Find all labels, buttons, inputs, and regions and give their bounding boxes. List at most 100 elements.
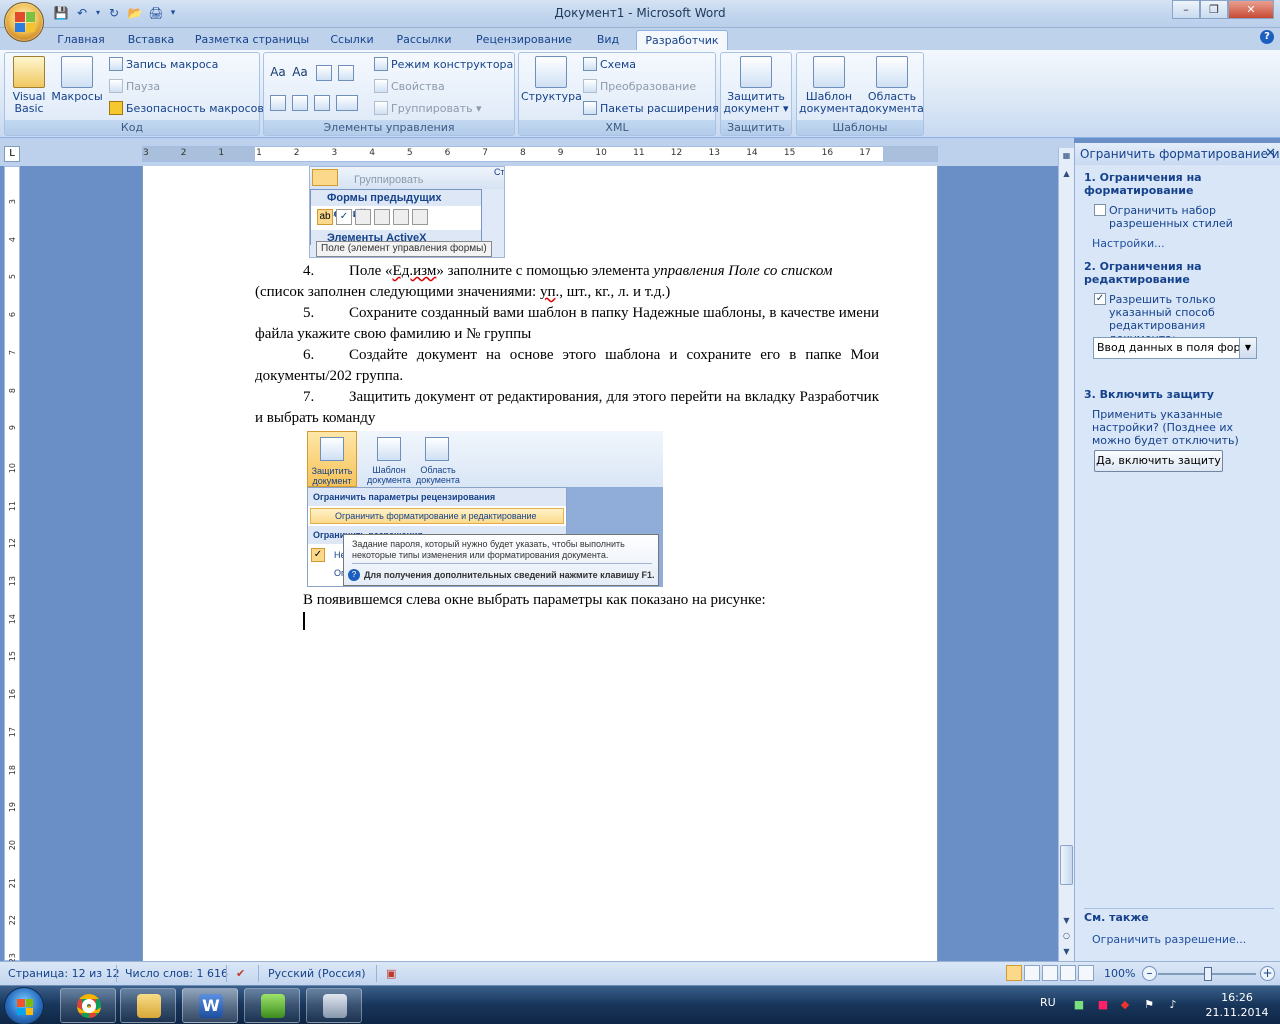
tab-mailings[interactable]: Рассылки: [392, 30, 456, 50]
chevron-down-icon[interactable]: ▼: [1239, 338, 1256, 358]
tab-page-layout[interactable]: Разметка страницы: [192, 30, 312, 50]
tab-references[interactable]: Ссылки: [324, 30, 380, 50]
zoom-slider-thumb[interactable]: [1204, 967, 1212, 981]
tab-developer[interactable]: Разработчик: [636, 30, 728, 50]
zoom-in-icon[interactable]: +: [1260, 966, 1275, 981]
building-block-control-icon[interactable]: [314, 95, 330, 111]
zoom-level[interactable]: 100%: [1104, 967, 1135, 980]
macro-record-icon[interactable]: ▣: [386, 967, 396, 980]
section-2-heading: 2. Ограничения на редактирование: [1084, 260, 1202, 286]
protect-document-button[interactable]: Защитить документ ▾: [723, 56, 789, 115]
legacy-tools-icon[interactable]: [336, 95, 358, 111]
page-counter[interactable]: Страница: 12 из 12: [8, 967, 120, 980]
design-mode-button[interactable]: Режим конструктора: [374, 55, 513, 75]
text-control-icon[interactable]: Aa: [292, 65, 308, 81]
taskbar-explorer[interactable]: [120, 988, 176, 1023]
restrict-permission-link[interactable]: Ограничить разрешение...: [1092, 933, 1246, 946]
tray-network-icon[interactable]: ■: [1072, 998, 1086, 1012]
scroll-up-icon[interactable]: ▲: [1059, 166, 1074, 181]
tab-home[interactable]: Главная: [52, 30, 110, 50]
date-picker-control-icon[interactable]: [292, 95, 308, 111]
tray-volume-icon[interactable]: ♪: [1166, 998, 1180, 1012]
item-4-spell-error-2: уп: [539, 284, 556, 300]
word-count[interactable]: Число слов: 1 616: [125, 967, 228, 980]
next-page-icon[interactable]: ▼: [1059, 944, 1074, 959]
help-icon[interactable]: ?: [1260, 30, 1274, 44]
picture-control-icon[interactable]: [316, 65, 332, 81]
horizontal-ruler[interactable]: 3 2 1 1 2 3 4 5 6 7 8 9 10 11 12 13 14 15 16 17: [142, 146, 938, 162]
language-indicator[interactable]: Русский (Россия): [268, 967, 366, 980]
design-mode-icon: [374, 57, 388, 71]
minimize-button[interactable]: –: [1172, 0, 1200, 19]
restrict-styles-checkbox[interactable]: [1094, 204, 1106, 216]
vertical-scrollbar[interactable]: ▦ ▲ ▼ ○ ▼: [1058, 148, 1074, 961]
structure-button[interactable]: Структура: [521, 56, 582, 103]
shot2-tooltip-help: Для получения дополнительных сведений на…: [364, 570, 655, 580]
item-4-text-mid: » заполните с помощью элемента: [436, 263, 654, 279]
zoom-out-icon[interactable]: –: [1142, 966, 1157, 981]
spelling-icon[interactable]: ✔: [236, 967, 245, 980]
ruler-tick-label: 10: [595, 148, 607, 158]
start-button[interactable]: [4, 987, 44, 1024]
section-3-heading: 3. Включить защиту: [1084, 388, 1214, 401]
tray-flag-icon[interactable]: ⚑: [1142, 998, 1156, 1012]
editing-type-select[interactable]: Ввод данных в поля форм ▼: [1093, 337, 1257, 359]
tab-insert[interactable]: Вставка: [122, 30, 180, 50]
pane-close-icon[interactable]: ✕: [1265, 146, 1276, 161]
macros-button[interactable]: Макросы: [51, 56, 103, 103]
maximize-button[interactable]: ❐: [1200, 0, 1228, 19]
settings-link[interactable]: Настройки...: [1092, 237, 1165, 250]
ruler-tick-label: 9: [8, 425, 17, 431]
visual-basic-button[interactable]: Visual Basic: [9, 56, 49, 115]
tab-view[interactable]: Вид: [590, 30, 626, 50]
taskbar-app-magnifier[interactable]: [306, 988, 362, 1023]
expansion-packs-button[interactable]: Пакеты расширения: [583, 99, 719, 119]
shot1-frame-icon: [374, 209, 390, 225]
ruler-tick-label: 8: [8, 387, 17, 393]
allow-editing-checkbox[interactable]: ✓: [1094, 293, 1106, 305]
shot1-text-field-icon: ab: [317, 209, 333, 225]
tray-clock[interactable]: 16:26 21.11.2014: [1202, 990, 1272, 1020]
enable-protection-button[interactable]: Да, включить защиту: [1094, 450, 1223, 472]
keyboard-language[interactable]: RU: [1040, 996, 1056, 1009]
dropdown-control-icon[interactable]: [270, 95, 286, 111]
print-layout-view-icon[interactable]: [1006, 965, 1022, 981]
document-panel-button[interactable]: Область документа: [861, 56, 924, 115]
scroll-thumb[interactable]: [1060, 845, 1073, 885]
pane-toggle-icon[interactable]: ▦: [1059, 148, 1074, 163]
schema-button[interactable]: Схема: [583, 55, 636, 75]
taskbar-chrome[interactable]: [60, 988, 116, 1023]
ruler-tick-label: 10: [8, 462, 17, 474]
web-layout-view-icon[interactable]: [1042, 965, 1058, 981]
scroll-down-icon[interactable]: ▼: [1059, 913, 1074, 928]
transform-button[interactable]: Преобразование: [583, 77, 696, 97]
taskbar-app-green[interactable]: [244, 988, 300, 1023]
vertical-ruler[interactable]: 3 4 5 6 7 8 9 10 11 12 13 14 15 16 17 18 19 20 21 22 23: [4, 166, 20, 963]
document-page[interactable]: Группировать Ст Формы предыдущих версий …: [142, 166, 938, 961]
close-button[interactable]: ✕: [1228, 0, 1274, 19]
outline-view-icon[interactable]: [1060, 965, 1076, 981]
status-bar: Страница: 12 из 12 Число слов: 1 616 ✔ Р…: [0, 961, 1280, 985]
document-template-button[interactable]: Шаблон документа: [799, 56, 862, 115]
rich-text-control-icon[interactable]: Aa: [270, 65, 286, 81]
properties-button[interactable]: Свойства: [374, 77, 445, 97]
tray-app-icon[interactable]: ■: [1096, 998, 1110, 1012]
pause-button[interactable]: Пауза: [109, 77, 160, 97]
macro-security-button[interactable]: Безопасность макросов: [109, 99, 264, 119]
browse-object-icon[interactable]: ○: [1059, 928, 1074, 943]
ruler-tick-label: 15: [783, 148, 796, 158]
office-button[interactable]: [4, 2, 44, 42]
draft-view-icon[interactable]: [1078, 965, 1094, 981]
record-macro-button[interactable]: Запись макроса: [109, 55, 218, 75]
combo-box-control-icon[interactable]: [338, 65, 354, 81]
pane-title: Ограничить форматирование и редактирован…: [1075, 143, 1280, 165]
tab-selector[interactable]: L: [4, 146, 20, 162]
document-panel-icon: [876, 56, 908, 88]
taskbar-word[interactable]: W: [182, 988, 238, 1023]
tab-review[interactable]: Рецензирование: [470, 30, 578, 50]
tray-shield-icon[interactable]: ◆: [1118, 998, 1132, 1012]
group-button[interactable]: Группировать ▾: [374, 99, 482, 119]
enable-protection-text: Применить указанные настройки? (Позднее …: [1092, 408, 1239, 447]
full-screen-view-icon[interactable]: [1024, 965, 1040, 981]
group-templates-label: Шаблоны: [797, 120, 923, 135]
